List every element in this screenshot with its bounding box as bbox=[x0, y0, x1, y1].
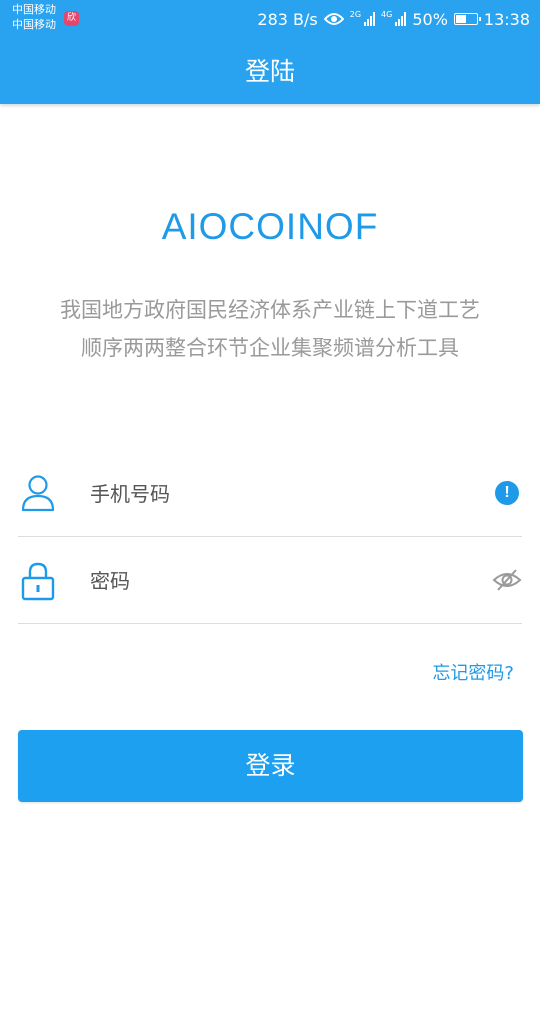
app-name: AIOCOINOF bbox=[161, 206, 379, 247]
notification-app-icon: 欣 bbox=[64, 11, 79, 26]
password-input[interactable]: 密码 bbox=[90, 565, 130, 594]
net-speed: 283 B/s bbox=[257, 9, 318, 29]
info-icon: ! bbox=[495, 481, 519, 505]
phone-info-button[interactable]: ! bbox=[492, 478, 522, 508]
signal-icon bbox=[364, 12, 376, 26]
lock-icon bbox=[21, 562, 55, 601]
tagline-line1: 我国地方政府国民经济体系产业链上下道工艺 bbox=[60, 298, 480, 322]
battery-icon bbox=[453, 13, 481, 25]
eye-icon bbox=[323, 13, 344, 25]
network-type-4g: 4G bbox=[381, 10, 393, 19]
page-title: 登陆 bbox=[244, 57, 295, 86]
tagline-line2: 顺序两两整合环节企业集聚频谱分析工具 bbox=[81, 336, 459, 360]
status-indicators: 283 B/s 2G 4G 50% 13:38 bbox=[257, 0, 530, 38]
password-field[interactable]: 密码 bbox=[18, 537, 522, 624]
carrier-line2: 中国移动 bbox=[12, 18, 56, 31]
toggle-password-visibility[interactable] bbox=[492, 565, 522, 595]
network-type-2g: 2G bbox=[349, 10, 362, 19]
login-button[interactable]: 登录 bbox=[18, 730, 523, 802]
app-tagline: 我国地方政府国民经济体系产业链上下道工艺 顺序两两整合环节企业集聚频谱分析工具 bbox=[36, 291, 504, 367]
carrier-line1: 中国移动 bbox=[12, 3, 56, 16]
forgot-password-link[interactable]: 忘记密码? bbox=[432, 659, 514, 685]
status-bar: 中国移动 中国移动 欣 283 B/s 2G 4G 50% 13:38 bbox=[0, 0, 540, 38]
phone-field[interactable]: 手机号码 ! bbox=[18, 450, 522, 537]
app-bar: 登陆 bbox=[0, 38, 540, 104]
user-icon bbox=[21, 475, 55, 512]
clock: 13:38 bbox=[483, 9, 530, 29]
battery-percent: 50% bbox=[412, 9, 448, 29]
phone-input[interactable]: 手机号码 bbox=[90, 478, 170, 507]
carrier-info: 中国移动 中国移动 bbox=[12, 2, 56, 32]
eye-hidden-icon bbox=[492, 569, 522, 591]
battery-level bbox=[455, 15, 466, 23]
signal-icon bbox=[395, 12, 407, 26]
